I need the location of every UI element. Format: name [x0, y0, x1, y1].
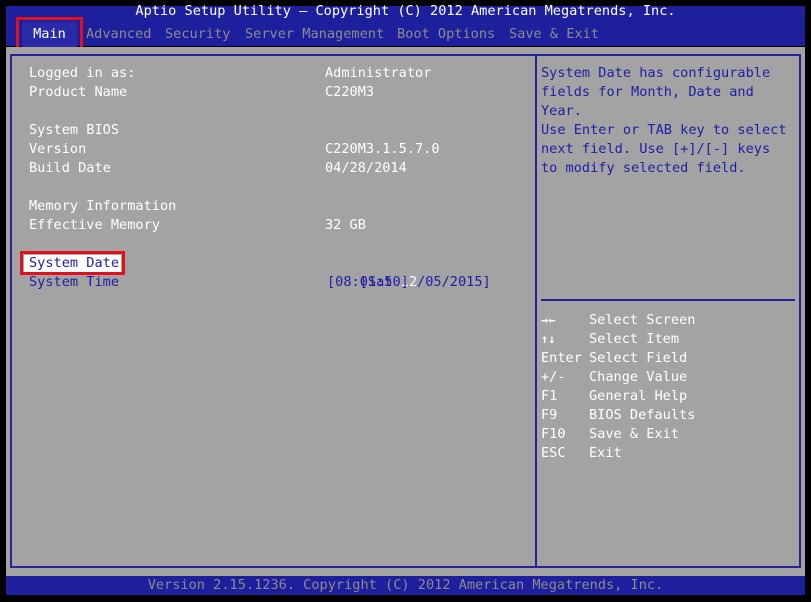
build-date-value: 04/28/2014 [325, 160, 407, 176]
tab-server-management[interactable]: Server Management [245, 25, 384, 44]
tab-boot-options[interactable]: Boot Options [397, 25, 495, 44]
product-name-value: C220M3 [325, 84, 375, 100]
system-date-highlight-box [20, 251, 125, 275]
logged-in-value: Administrator [325, 65, 432, 81]
help-line: to modify selected field. [541, 160, 746, 176]
system-time-value[interactable]: [08:01:50] [327, 273, 409, 292]
tab-save-exit[interactable]: Save & Exit [509, 25, 599, 44]
help-line: Use Enter or TAB key to select [541, 122, 787, 138]
memory-info-heading: Memory Information [29, 198, 177, 214]
version-value: C220M3.1.5.7.0 [325, 141, 440, 157]
effective-memory-label: Effective Memory [29, 217, 160, 233]
key-select-item-desc: Select Item [589, 331, 680, 347]
key-enter: Enter [541, 350, 582, 366]
help-line: Year. [541, 103, 582, 119]
help-line: System Date has configurable [541, 65, 771, 81]
key-select-item-icon: ↑↓ [541, 332, 556, 346]
key-plus-minus: +/- [541, 369, 566, 385]
panel-divider [535, 54, 537, 568]
effective-memory-value: 32 GB [325, 217, 366, 233]
key-plus-minus-desc: Change Value [589, 369, 688, 385]
tab-security[interactable]: Security [165, 25, 230, 44]
key-esc-desc: Exit [589, 445, 622, 461]
help-divider [541, 299, 795, 301]
key-f10-desc: Save & Exit [589, 426, 680, 442]
tab-advanced[interactable]: Advanced [86, 25, 151, 44]
help-line: next field. Use [+]/[-] keys [541, 141, 771, 157]
key-f9: F9 [541, 407, 558, 423]
version-label: Version [29, 141, 87, 157]
bios-screen: Aptio Setup Utility – Copyright (C) 2012… [0, 0, 811, 602]
key-f1: F1 [541, 388, 558, 404]
help-line: fields for Month, Date and [541, 84, 754, 100]
footer-version-text: Version 2.15.1236. Copyright (C) 2012 Am… [147, 577, 664, 593]
key-enter-desc: Select Field [589, 350, 688, 366]
key-select-screen-desc: Select Screen [589, 312, 696, 328]
key-select-screen-icon: →← [541, 313, 556, 327]
logged-in-label: Logged in as: [29, 65, 136, 81]
key-f10: F10 [541, 426, 566, 442]
product-name-label: Product Name [29, 84, 128, 100]
system-time-label[interactable]: System Time [29, 273, 119, 292]
app-title: Aptio Setup Utility – Copyright (C) 2012… [135, 3, 676, 19]
key-f1-desc: General Help [589, 388, 688, 404]
key-esc: ESC [541, 445, 566, 461]
build-date-label: Build Date [29, 160, 111, 176]
system-bios-heading: System BIOS [29, 122, 120, 138]
system-date-suffix: /05/2015] [417, 274, 491, 290]
key-f9-desc: BIOS Defaults [589, 407, 696, 423]
